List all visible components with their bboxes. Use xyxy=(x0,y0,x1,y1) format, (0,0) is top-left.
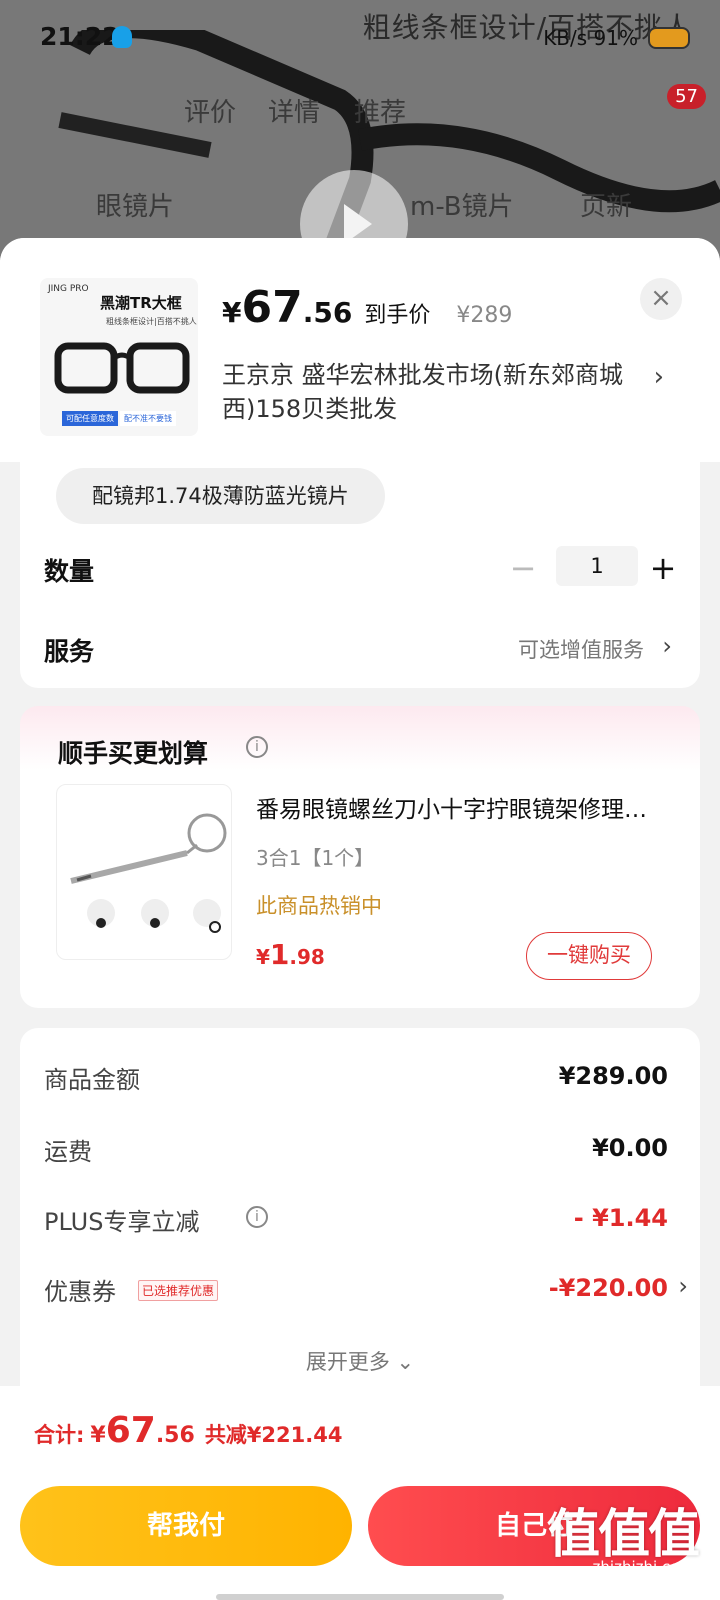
addon-price-currency: ¥ xyxy=(256,945,270,969)
addon-product-image[interactable] xyxy=(56,784,232,960)
addon-title: 顺手买更划算 xyxy=(58,739,209,768)
info-icon[interactable]: i xyxy=(246,736,268,758)
summary-label: 运费 xyxy=(44,1138,92,1166)
original-price: ¥289 xyxy=(456,303,513,328)
summary-value: ¥289.00 xyxy=(558,1062,668,1090)
chevron-right-icon[interactable]: › xyxy=(678,1272,688,1300)
summary-value: -¥220.00 xyxy=(548,1274,668,1302)
qq-notification-icon xyxy=(112,26,132,48)
order-summary: 商品金额 ¥289.00 运费 ¥0.00 PLUS专享立减 i - ¥1.44… xyxy=(20,1028,700,1428)
status-time: 21:22 xyxy=(40,22,120,51)
background-spec-3: 页新 xyxy=(580,192,633,222)
product-thumbnail[interactable]: JING PRO 黑潮TR大框 粗线条框设计|百搭不挑人 可配任意度数 配不准不… xyxy=(40,278,198,436)
summary-value: - ¥1.44 xyxy=(573,1204,668,1232)
background-tab-details: 详情 xyxy=(268,98,321,128)
total-label: 合计: xyxy=(34,1423,85,1447)
cart-count-badge: 57 xyxy=(667,84,706,109)
watermark-text: 值值值 xyxy=(548,1505,700,1565)
network-speed-label: KB/s 91% xyxy=(543,26,638,50)
shop-address[interactable]: 王京京 盛华宏林批发市场(新东郊商城西)158贝类批发 xyxy=(222,358,652,426)
thumbnail-title: 黑潮TR大框 xyxy=(100,294,182,312)
background-spec-2: m-B镜片 xyxy=(410,192,514,222)
addon-card: 顺手买更划算 i 番易眼镜螺丝刀小十字拧眼镜架修理工具迷你便携 3合1【1个】 … xyxy=(20,706,700,1008)
quantity-increase-button[interactable]: + xyxy=(648,548,678,588)
quantity-input[interactable]: 1 xyxy=(556,546,638,586)
sheet-header: JING PRO 黑潮TR大框 粗线条框设计|百搭不挑人 可配任意度数 配不准不… xyxy=(0,238,720,462)
summary-value: ¥0.00 xyxy=(592,1134,668,1162)
summary-row-goods-amount: 商品金额 ¥289.00 xyxy=(44,1060,668,1100)
service-label: 服务 xyxy=(44,637,95,666)
addon-price: ¥ 1 .98 xyxy=(256,938,325,971)
checkout-sheet: JING PRO 黑潮TR大框 粗线条框设计|百搭不挑人 可配任意度数 配不准不… xyxy=(0,238,720,1600)
status-indicators: KB/s 91% xyxy=(543,26,690,50)
quantity-decrease-button[interactable]: − xyxy=(508,548,538,588)
summary-label: 商品金额 xyxy=(44,1066,140,1094)
home-indicator[interactable] xyxy=(216,1594,504,1600)
price-label: 到手价 xyxy=(364,303,431,328)
glasses-image xyxy=(54,342,190,394)
summary-row-shipping: 运费 ¥0.00 xyxy=(44,1132,668,1172)
info-icon[interactable]: i xyxy=(246,1206,268,1228)
price-currency: ¥ xyxy=(222,296,242,329)
screwdriver-icon xyxy=(70,813,227,933)
expand-more-button[interactable]: 展开更多 ⌄ xyxy=(20,1346,700,1376)
status-bar: 21:22 KB/s 91% xyxy=(0,0,720,72)
service-selector[interactable]: 可选增值服务 xyxy=(518,634,644,664)
quantity-label: 数量 xyxy=(44,557,95,586)
battery-icon xyxy=(648,27,690,49)
final-price: ¥ 67 .56 到手价 ¥289 xyxy=(222,282,513,333)
chevron-right-icon[interactable]: › xyxy=(654,362,664,392)
total-decimal: .56 xyxy=(155,1423,195,1448)
summary-row-plus-discount: PLUS专享立减 i - ¥1.44 xyxy=(44,1202,668,1242)
background-tabs: 评价 详情 推荐 xyxy=(0,92,720,142)
background-tab-recommend: 推荐 xyxy=(354,98,407,128)
addon-hot-label: 此商品热销中 xyxy=(256,894,382,918)
watermark-url: zhizhizhi.com xyxy=(592,1558,694,1576)
summary-label: PLUS专享立减 xyxy=(44,1208,200,1236)
addon-product-spec: 3合1【1个】 xyxy=(256,846,375,870)
thumbnail-tag-prescription: 可配任意度数 xyxy=(62,411,118,426)
total-bar: 合计: ¥ 67 .56 共减¥221.44 xyxy=(0,1386,720,1476)
summary-row-coupon[interactable]: 优惠券 已选推荐优惠 -¥220.00 › xyxy=(44,1272,688,1312)
close-button[interactable]: × xyxy=(640,278,682,320)
addon-price-integer: 1 xyxy=(269,938,290,971)
background-tab-reviews: 评价 xyxy=(184,98,237,128)
addon-product-name[interactable]: 番易眼镜螺丝刀小十字拧眼镜架修理工具迷你便携 xyxy=(256,790,656,824)
one-click-buy-button[interactable]: 一键购买 xyxy=(526,932,652,980)
watermark-logo: 值值值 zhizhizhi.com xyxy=(548,1492,700,1588)
thumbnail-tag-guarantee: 配不准不要钱 xyxy=(120,411,176,426)
total-amount: 合计: ¥ 67 .56 共减¥221.44 xyxy=(34,1410,342,1451)
total-integer: 67 xyxy=(105,1410,156,1451)
addon-price-decimal: .98 xyxy=(289,945,325,969)
help-me-pay-button[interactable]: 帮我付 xyxy=(20,1486,352,1566)
price-integer: 67 xyxy=(241,282,303,333)
total-saving: 共减¥221.44 xyxy=(204,1423,343,1447)
total-currency: ¥ xyxy=(90,1423,106,1448)
coupon-recommended-tag: 已选推荐优惠 xyxy=(138,1280,219,1301)
selected-spec-chip[interactable]: 配镜邦1.74极薄防蓝光镜片 xyxy=(56,468,385,524)
thumbnail-logo: JING PRO xyxy=(48,284,89,294)
price-decimal: .56 xyxy=(302,296,353,329)
thumbnail-subtitle: 粗线条框设计|百搭不挑人 xyxy=(106,317,197,326)
chevron-right-icon[interactable]: › xyxy=(662,632,672,660)
spec-card: 配镜邦1.74极薄防蓝光镜片 数量 − 1 + 服务 可选增值服务 › xyxy=(20,462,700,688)
summary-label: 优惠券 xyxy=(44,1278,116,1306)
background-spec-1: 眼镜片 xyxy=(96,192,175,222)
